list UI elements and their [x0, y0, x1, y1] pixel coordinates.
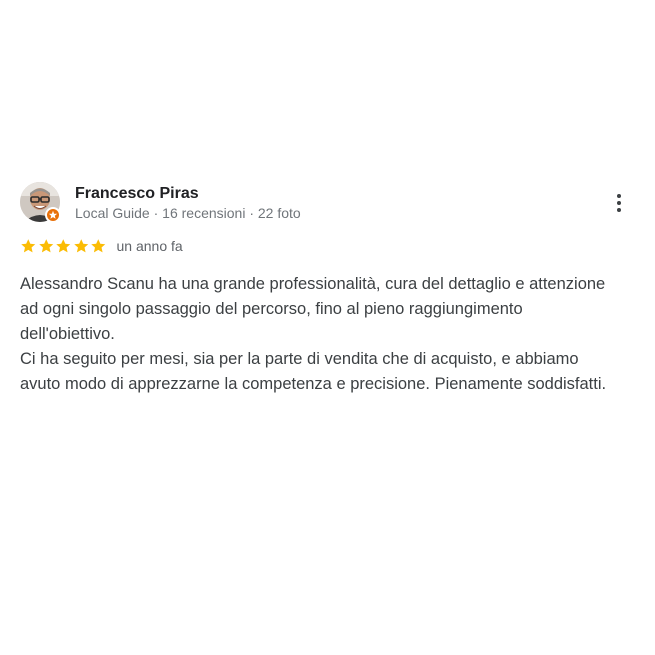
star-icon [21, 239, 36, 253]
more-vert-icon [617, 194, 621, 198]
more-options-button[interactable] [608, 190, 630, 216]
review-card: Francesco Piras Local Guide · 16 recensi… [0, 0, 655, 655]
review-paragraph: Ci ha seguito per mesi, sia per la parte… [20, 350, 607, 393]
reviewer-meta: Local Guide · 16 recensioni · 22 foto [75, 205, 301, 221]
star-icon [91, 239, 106, 253]
local-guide-badge-icon [45, 207, 61, 223]
star-icon [73, 239, 88, 253]
star-icon [56, 239, 71, 253]
review-date: un anno fa [116, 238, 183, 254]
star-rating [20, 238, 107, 254]
star-icon [38, 239, 53, 253]
avatar[interactable] [20, 182, 61, 223]
review-text: Alessandro Scanu ha una grande professio… [20, 272, 620, 397]
reviewer-name[interactable]: Francesco Piras [75, 185, 199, 203]
review-paragraph: Alessandro Scanu ha una grande professio… [20, 275, 606, 343]
more-vert-icon-dot [617, 208, 621, 212]
more-vert-icon-dot [617, 201, 621, 205]
rating-row: un anno fa [20, 237, 183, 255]
